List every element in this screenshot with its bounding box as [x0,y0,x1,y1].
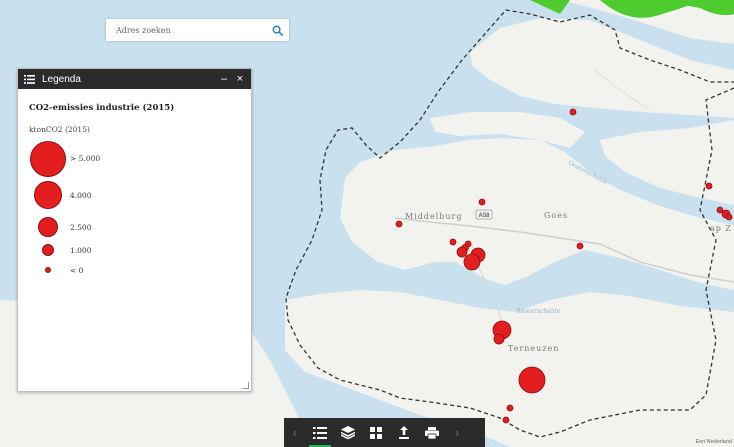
emission-marker[interactable] [493,333,505,345]
emission-marker[interactable] [518,366,546,394]
legend-item: 1.000 [18,244,218,264]
svg-text:A58: A58 [479,213,491,219]
search-input[interactable] [106,20,265,40]
legend-symbol [42,244,54,256]
legend-item-label: 2.500 [70,223,92,232]
resize-handle[interactable] [242,382,249,389]
legend-symbol [38,217,58,237]
label-middelburg: Middelburg [405,212,463,221]
search-button[interactable] [265,19,289,41]
legend-symbol [45,267,51,273]
chevron-left-icon: ‹ [292,425,298,440]
layers-icon [341,426,355,439]
bottom-toolbar: ‹ › [284,418,485,447]
legend-item: 4.000 [18,181,218,209]
emission-marker[interactable] [478,198,486,206]
legend-unit: ktonCO2 (2015) [29,125,90,134]
emission-marker[interactable] [463,253,481,271]
legend-symbol [34,181,62,209]
layers-button[interactable] [334,418,362,447]
basemap-button[interactable] [362,418,390,447]
legend-header: Legenda – × [18,69,251,89]
map-attribution: Esri Nederland [695,439,732,445]
legend-list-icon [24,74,35,84]
chevron-right-icon: › [454,425,460,440]
legend-item: > 5.000 [18,141,218,177]
label-westerschelde: Westerschelde [516,308,561,315]
emission-marker[interactable] [449,238,457,246]
emission-marker[interactable] [456,246,468,258]
legend-list-icon [313,426,327,439]
emission-marker[interactable] [506,404,514,412]
toolbar-next-button[interactable]: › [446,418,468,447]
toolbar-prev-button[interactable]: ‹ [284,418,306,447]
label-terneuzen: Terneuzen [508,344,559,353]
emission-marker[interactable] [576,242,584,250]
upload-button[interactable] [390,418,418,447]
road-shield-a58: A58 [475,209,493,220]
print-icon [425,426,439,439]
print-button[interactable] [418,418,446,447]
legend-panel: Legenda – × CO2-emissies industrie (2015… [17,68,252,392]
emission-marker[interactable] [569,108,577,116]
emission-marker[interactable] [502,416,510,424]
legend-symbol [30,141,66,177]
emission-marker[interactable] [395,220,403,228]
label-zierikzee-fragment: ap Z [710,224,732,233]
legend-item-label: 1.000 [70,246,92,255]
legend-button[interactable] [306,418,334,447]
basemap-grid-icon [370,426,382,439]
close-button[interactable]: × [233,69,247,89]
legend-item-label: < 0 [70,266,84,275]
label-goes: Goes [544,211,568,220]
legend-layer-title: CO2-emissies industrie (2015) [29,103,175,113]
legend-panel-title: Legenda [42,73,81,85]
legend-item-label: > 5.000 [70,154,101,163]
search-icon [272,25,283,36]
emission-marker[interactable] [725,213,733,221]
legend-item: 2.500 [18,217,218,237]
minimize-button[interactable]: – [217,69,231,89]
address-search [106,19,289,41]
upload-icon [399,426,409,439]
legend-item-label: 4.000 [70,191,92,200]
legend-item: < 0 [18,266,218,287]
emission-marker[interactable] [705,182,713,190]
